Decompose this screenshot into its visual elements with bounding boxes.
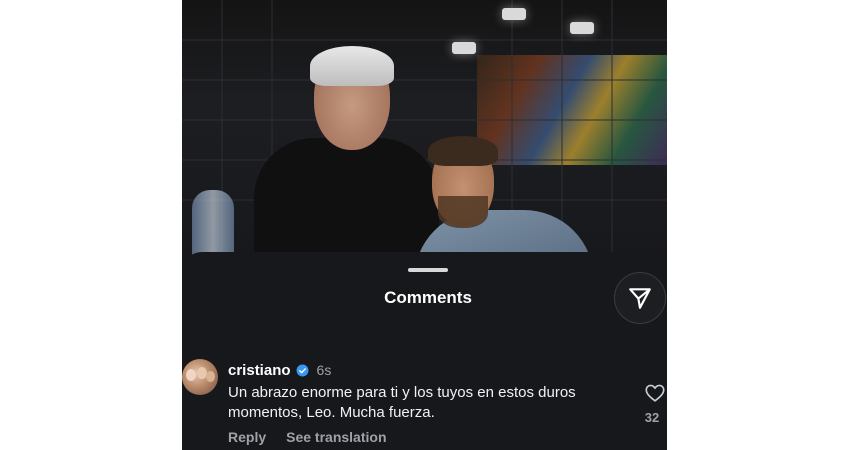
comment-item: cristiano 6s Un abrazo enorme para ti y … — [182, 356, 667, 450]
person-right-hair — [428, 136, 498, 166]
person-left-hair — [310, 46, 394, 86]
sheet-title: Comments — [384, 288, 472, 307]
drag-handle[interactable] — [408, 268, 448, 272]
comments-sheet: Comments cristiano 6s Un abrazo enorme p… — [182, 252, 667, 450]
comment-actions: Reply See translation — [228, 429, 387, 445]
ceiling-light — [570, 22, 594, 34]
share-button[interactable] — [614, 272, 666, 324]
ceiling-light — [452, 42, 476, 54]
person-left-body — [254, 138, 439, 262]
reply-button[interactable]: Reply — [228, 429, 266, 445]
paper-plane-icon — [629, 288, 651, 309]
person-right-beard — [438, 196, 488, 228]
comment-username[interactable]: cristiano — [228, 362, 291, 379]
verified-badge-icon — [296, 364, 308, 376]
ceiling-light — [502, 8, 526, 20]
see-translation-button[interactable]: See translation — [286, 429, 386, 445]
heart-outline-icon[interactable] — [644, 382, 666, 404]
avatar[interactable] — [182, 359, 218, 395]
comment-header: cristiano 6s — [228, 361, 331, 379]
comment-timestamp: 6s — [316, 362, 332, 378]
instagram-post-screen: Comments cristiano 6s Un abrazo enorme p… — [182, 0, 667, 450]
post-photo — [182, 0, 667, 262]
like-count: 32 — [644, 410, 660, 425]
comment-text: Un abrazo enorme para ti y los tuyos en … — [228, 384, 576, 421]
